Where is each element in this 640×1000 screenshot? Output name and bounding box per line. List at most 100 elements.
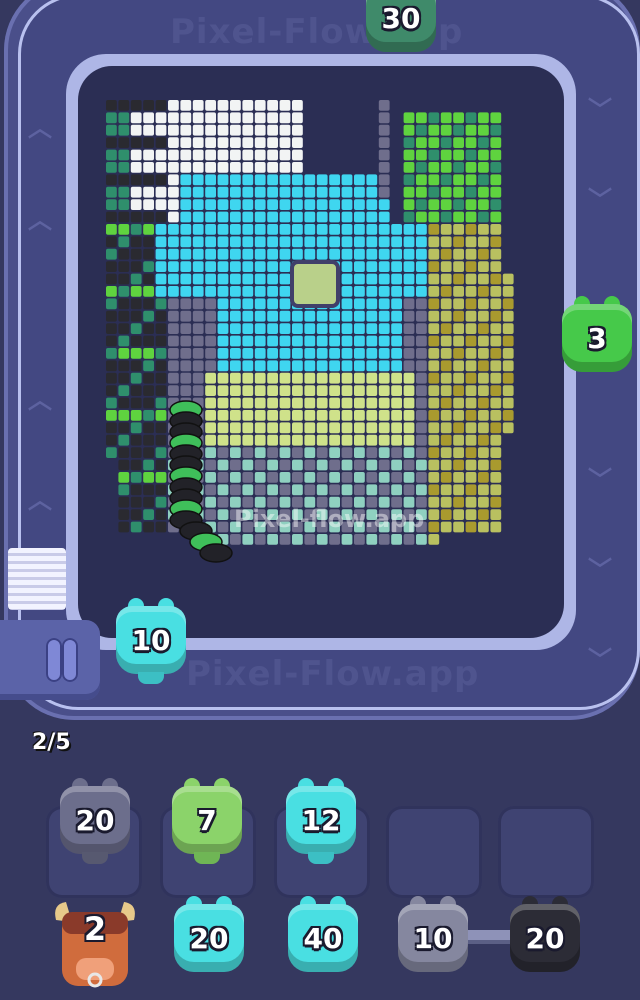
queued-shooter[interactable]: 7 (168, 778, 246, 864)
pixel-block (440, 496, 452, 508)
pixel-block (192, 211, 204, 223)
pixel-block (205, 484, 216, 496)
pixel-block (143, 484, 154, 496)
pixel-block (230, 372, 241, 384)
pixel-block (205, 248, 216, 260)
pixel-block (143, 496, 154, 508)
pixel-block (143, 149, 154, 161)
pixel-block (316, 534, 328, 545)
pixel-block (130, 224, 142, 235)
pixel-block (490, 199, 502, 210)
pixel-block (453, 397, 464, 409)
pixel-block (217, 509, 229, 520)
pixel-block (292, 162, 303, 173)
pixel-block (453, 496, 464, 508)
pixel-block (490, 447, 502, 458)
queued-shooter[interactable]: 20 (170, 896, 248, 982)
pixel-block (230, 137, 241, 148)
pixel-block (106, 261, 117, 272)
pixel-block (205, 261, 216, 272)
pixel-block (118, 174, 130, 186)
pixel-block (428, 410, 440, 421)
pixel-block (254, 162, 266, 173)
pixel-block (155, 410, 167, 421)
pixel-block (192, 261, 204, 272)
queued-shooter-linked[interactable]: 20 (506, 896, 584, 982)
pixel-block (416, 112, 427, 124)
queue-slot-empty[interactable] (386, 806, 482, 898)
pixel-block (267, 286, 278, 297)
pixel-block (329, 459, 340, 471)
pixel-block (217, 224, 229, 235)
pixel-block (341, 248, 353, 260)
pixel-block (453, 286, 464, 297)
pixel-block (465, 310, 477, 322)
shooter-top[interactable]: 30 (362, 0, 440, 62)
shooter-dock[interactable]: 10 (112, 598, 190, 684)
pixel-block (180, 224, 192, 235)
bull-shooter[interactable]: 2 (52, 898, 138, 990)
pixel-block (366, 434, 378, 446)
pixel-block (490, 348, 502, 359)
pixel-block (453, 410, 464, 421)
pixel-block (254, 199, 266, 210)
pixel-block (217, 149, 229, 161)
pixel-block (205, 149, 216, 161)
pixel-block (155, 298, 167, 310)
pixel-block (490, 236, 502, 248)
pixel-block (217, 484, 229, 496)
queue-slot-empty[interactable] (498, 806, 594, 898)
pixel-block (428, 261, 440, 272)
pixel-block (341, 348, 353, 359)
pixel-block (478, 385, 489, 396)
pixel-block (428, 447, 440, 458)
pixel-block (279, 434, 291, 446)
pixel-block (378, 273, 390, 285)
pixel-block (168, 112, 179, 124)
pixel-block (440, 434, 452, 446)
queued-shooter[interactable]: 12 (282, 778, 360, 864)
pixel-block (168, 211, 179, 223)
pixel-block (378, 186, 390, 198)
pixel-block (180, 100, 192, 111)
pixel-block (217, 335, 229, 347)
pixel-block (106, 112, 117, 124)
pixel-block (490, 484, 502, 496)
pixel-block (106, 199, 117, 210)
pixel-block (143, 434, 154, 446)
pixel-block (130, 211, 142, 223)
pixel-block (292, 323, 303, 334)
pixel-block (490, 211, 502, 223)
pixel-block (118, 124, 130, 136)
pixel-block (366, 261, 378, 272)
pixel-block (378, 484, 390, 496)
pixel-block (502, 397, 514, 409)
pixel-block (130, 521, 142, 533)
pixel-block (292, 534, 303, 545)
pixel-block (205, 496, 216, 508)
pixel-block (168, 236, 179, 248)
pixel-block (465, 484, 477, 496)
pixel-block (502, 410, 514, 421)
queued-shooter[interactable]: 40 (284, 896, 362, 982)
pixel-block (478, 236, 489, 248)
pixel-block (440, 521, 452, 533)
pixel-block (143, 273, 154, 285)
queued-shooter[interactable]: 20 (56, 778, 134, 864)
pixel-block (416, 372, 427, 384)
pixel-block (254, 447, 266, 458)
pixel-block (217, 248, 229, 260)
shooter-right[interactable]: 3 (558, 296, 636, 382)
pixel-block (155, 348, 167, 359)
pixel-block (279, 472, 291, 483)
queued-shooter-linked[interactable]: 10 (394, 896, 472, 982)
pixel-block (180, 124, 192, 136)
pixel-block (205, 459, 216, 471)
pixel-block (279, 323, 291, 334)
pixel-block (118, 310, 130, 322)
pixel-block (267, 534, 278, 545)
pixel-block (292, 211, 303, 223)
pixel-block (205, 199, 216, 210)
pixel-block (378, 459, 390, 471)
pixel-block (391, 410, 402, 421)
